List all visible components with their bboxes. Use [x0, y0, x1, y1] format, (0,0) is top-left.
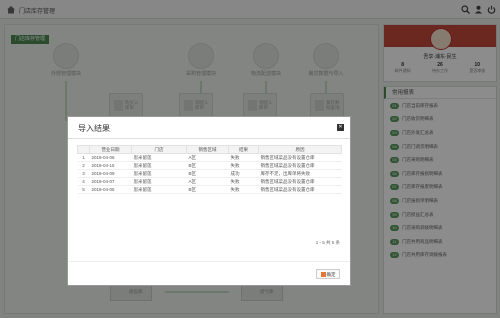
ok-icon: [320, 272, 326, 278]
table-row[interactable]: 3 2018-04-09 思米留莲 B区 成功 库存不足，出库单将失败: [77, 169, 342, 178]
table-cell: 1: [77, 153, 90, 162]
table-cell: 4: [77, 177, 90, 186]
dialog-title: 导入结果: [78, 124, 110, 133]
table-cell: 销售区域菜品没有设置仓库: [258, 161, 342, 170]
table-cell: 失败: [228, 161, 259, 170]
ok-button[interactable]: 确定: [316, 269, 340, 279]
table-cell: 2018-04-15: [89, 161, 132, 170]
table-cell: 失败: [228, 153, 259, 162]
table-cell: 思米留莲: [131, 161, 187, 170]
table-cell: 思米留莲: [131, 177, 187, 186]
table-cell: 销售区域菜品没有设置仓库: [258, 153, 342, 162]
table-cell: A区: [186, 177, 229, 186]
table-cell: 思米留莲: [131, 185, 187, 194]
table-cell: 3: [77, 169, 90, 178]
table-cell: B区: [186, 161, 229, 170]
table-cell: B区: [186, 185, 229, 194]
table-cell: B区: [186, 169, 229, 178]
import-result-dialog: 导入结果 ✕ 营业日期 门店 销售区域 结果 原因 1 2018-04-06 思米留莲 A区失…: [67, 116, 351, 286]
result-table: 营业日期 门店 销售区域 结果 原因 1 2018-04-06 思米留莲 A区 失败 销售区域菜品…: [77, 145, 342, 194]
table-cell: 2: [77, 161, 90, 170]
table-cell: 思米留莲: [131, 169, 187, 178]
column-header: 门店: [131, 145, 187, 154]
table-cell: 2018-04-06: [89, 153, 132, 162]
divider: [68, 138, 350, 139]
table-cell: 库存不足，出库单将失败: [258, 169, 342, 178]
table-cell: 失败: [228, 177, 259, 186]
column-header: 结果: [228, 145, 259, 154]
table-row[interactable]: 4 2018-04-07 思米留莲 A区 失败 销售区域菜品没有设置仓库: [77, 177, 342, 186]
table-cell: 销售区域菜品没有设置仓库: [258, 185, 342, 194]
table-cell: 思米留莲: [131, 153, 187, 162]
close-icon[interactable]: ✕: [337, 124, 344, 131]
column-header: 原因: [258, 145, 342, 154]
table-body: 1 2018-04-06 思米留莲 A区 失败 销售区域菜品没有设置仓库 2 2018-04-…: [77, 153, 342, 194]
table-row[interactable]: 1 2018-04-06 思米留莲 A区 失败 销售区域菜品没有设置仓库: [77, 153, 342, 162]
table-row[interactable]: 5 2018-04-05 思米留莲 B区 失败 销售区域菜品没有设置仓库: [77, 185, 342, 194]
column-header: 营业日期: [89, 145, 132, 154]
table-cell: 2018-04-09: [89, 169, 132, 178]
table-cell: 5: [77, 185, 90, 194]
table-cell: 销售区域菜品没有设置仓库: [258, 177, 342, 186]
divider: [68, 261, 350, 262]
table-header-row: 营业日期 门店 销售区域 结果 原因: [77, 145, 342, 154]
pager-info: 1 - 5 共 5 条: [315, 240, 340, 245]
column-header: [77, 145, 90, 154]
table-cell: 失败: [228, 185, 259, 194]
table-cell: 2018-04-05: [89, 185, 132, 194]
table-cell: 成功: [228, 169, 259, 178]
table-row[interactable]: 2 2018-04-15 思米留莲 B区 失败 销售区域菜品没有设置仓库: [77, 161, 342, 170]
column-header: 销售区域: [186, 145, 229, 154]
table-cell: A区: [186, 153, 229, 162]
table-cell: 2018-04-07: [89, 177, 132, 186]
